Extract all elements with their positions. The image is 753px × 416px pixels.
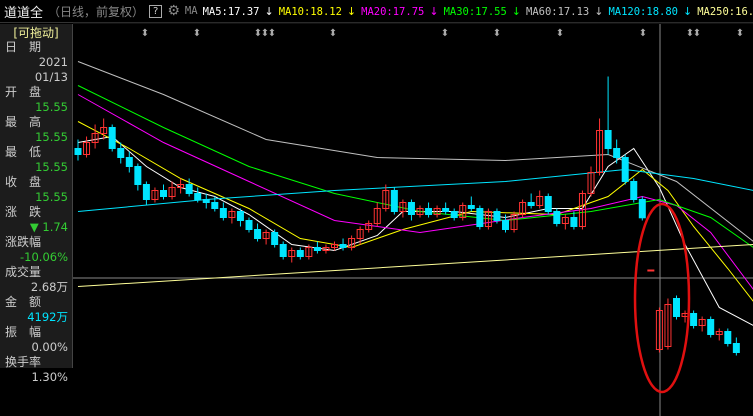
candle-body [125,157,133,167]
info-value: ▼ 1.74 [29,220,68,234]
candle-body [219,208,227,218]
info-panel[interactable]: [可拖动] 日 期 2021 01/13 开 盘 15.55 最 高 15.55 最 低 15.… [0,24,73,384]
candle-body [271,232,279,245]
candle-body [476,208,484,227]
kline-chart-window: 道道全 （日线，前复权） ? ⚙ MA MA5:17.37 ↓ MA10:18.12… [0,0,753,416]
candle-body [202,199,210,203]
candle-body [339,244,347,248]
info-value: -10.06% [20,250,68,264]
info-mine-marker: ⬍ [736,28,744,39]
candle-body [442,208,450,212]
info-value: 2.68万 [30,280,68,294]
info-label: 涨跌幅 [5,235,42,249]
candle-body [160,190,167,197]
info-value: 01/13 [34,70,68,84]
ma-line-ma30 [77,85,753,248]
info-value: 15.55 [35,190,68,204]
info-mine-marker: ⬍ [639,28,647,39]
candle-body [108,127,116,149]
candle-body [450,211,458,218]
info-label: 振 幅 [5,325,42,339]
candle-body [527,202,535,206]
candle-body [134,166,142,185]
candle-body [690,313,698,326]
candle-body [117,148,125,158]
drag-handle[interactable]: [可拖动] [0,24,72,40]
candle-body [254,229,262,239]
candle-body [604,130,612,149]
candle-body [407,202,415,215]
info-label: 金 额 [5,295,42,309]
candle-body [553,211,561,224]
info-mine-marker: ⬍ [693,28,701,39]
candle-body [245,220,253,230]
price-chart[interactable]: ⬍ ⬍ ⬍⬍⬍ ⬍ ⬍ ⬍ ⬍ ⬍ ⬍⬍ ⬍ [0,0,753,416]
ma-line-ma20 [77,94,753,290]
candle-body [570,217,578,227]
info-value: 4192万 [27,310,68,324]
candle-body [211,202,219,209]
ma-line-ma5 [77,135,753,326]
info-mine-marker: ⬍ [141,28,149,39]
info-mine-marker: ⬍ [268,28,276,39]
candle-body [313,247,321,251]
candle-body [425,208,433,215]
candle-body [493,211,501,221]
candle-body [630,181,638,200]
candle-body [185,184,193,194]
candle-body [707,319,715,335]
info-value: 2021 [38,55,68,69]
info-label: 最 高 [5,115,42,129]
info-label: 涨 跌 [5,205,42,219]
info-label: 最 低 [5,145,42,159]
candle-body [647,269,655,272]
ma-line-ma250 [77,244,753,287]
info-mine-marker: ⬍ [193,28,201,39]
info-label: 换手率 [5,355,42,369]
candle-body [236,211,244,221]
candle-body [467,205,475,209]
info-value: 0.00% [31,340,68,354]
candle-body [544,196,552,212]
candle-body [142,184,150,200]
candle-body [673,298,680,317]
candle-body [638,199,646,219]
candle-body [732,343,740,353]
info-value: 1.30% [31,370,68,384]
highlight-circle [633,202,691,394]
candle-body [724,331,732,344]
candle-body [279,244,287,257]
candle-body [613,148,621,158]
info-label: 收 盘 [5,175,42,189]
candle-body [390,190,398,212]
info-mine-marker: ⬍ [556,28,564,39]
info-label: 开 盘 [5,85,42,99]
candle-body [74,148,82,155]
candle-body [194,193,202,200]
info-value: 15.55 [35,100,68,114]
info-value: 15.55 [35,160,68,174]
info-label: 日 期 [5,40,42,54]
info-label: 成交量 [5,265,42,279]
candle-body [296,250,304,257]
ma-line-ma60 [77,61,753,242]
info-mine-marker: ⬍ [493,28,501,39]
info-mine-marker: ⬍ [441,28,449,39]
candle-body [621,157,629,182]
info-value: 15.55 [35,130,68,144]
candle-body [502,220,509,230]
info-mine-marker: ⬍ [329,28,337,39]
